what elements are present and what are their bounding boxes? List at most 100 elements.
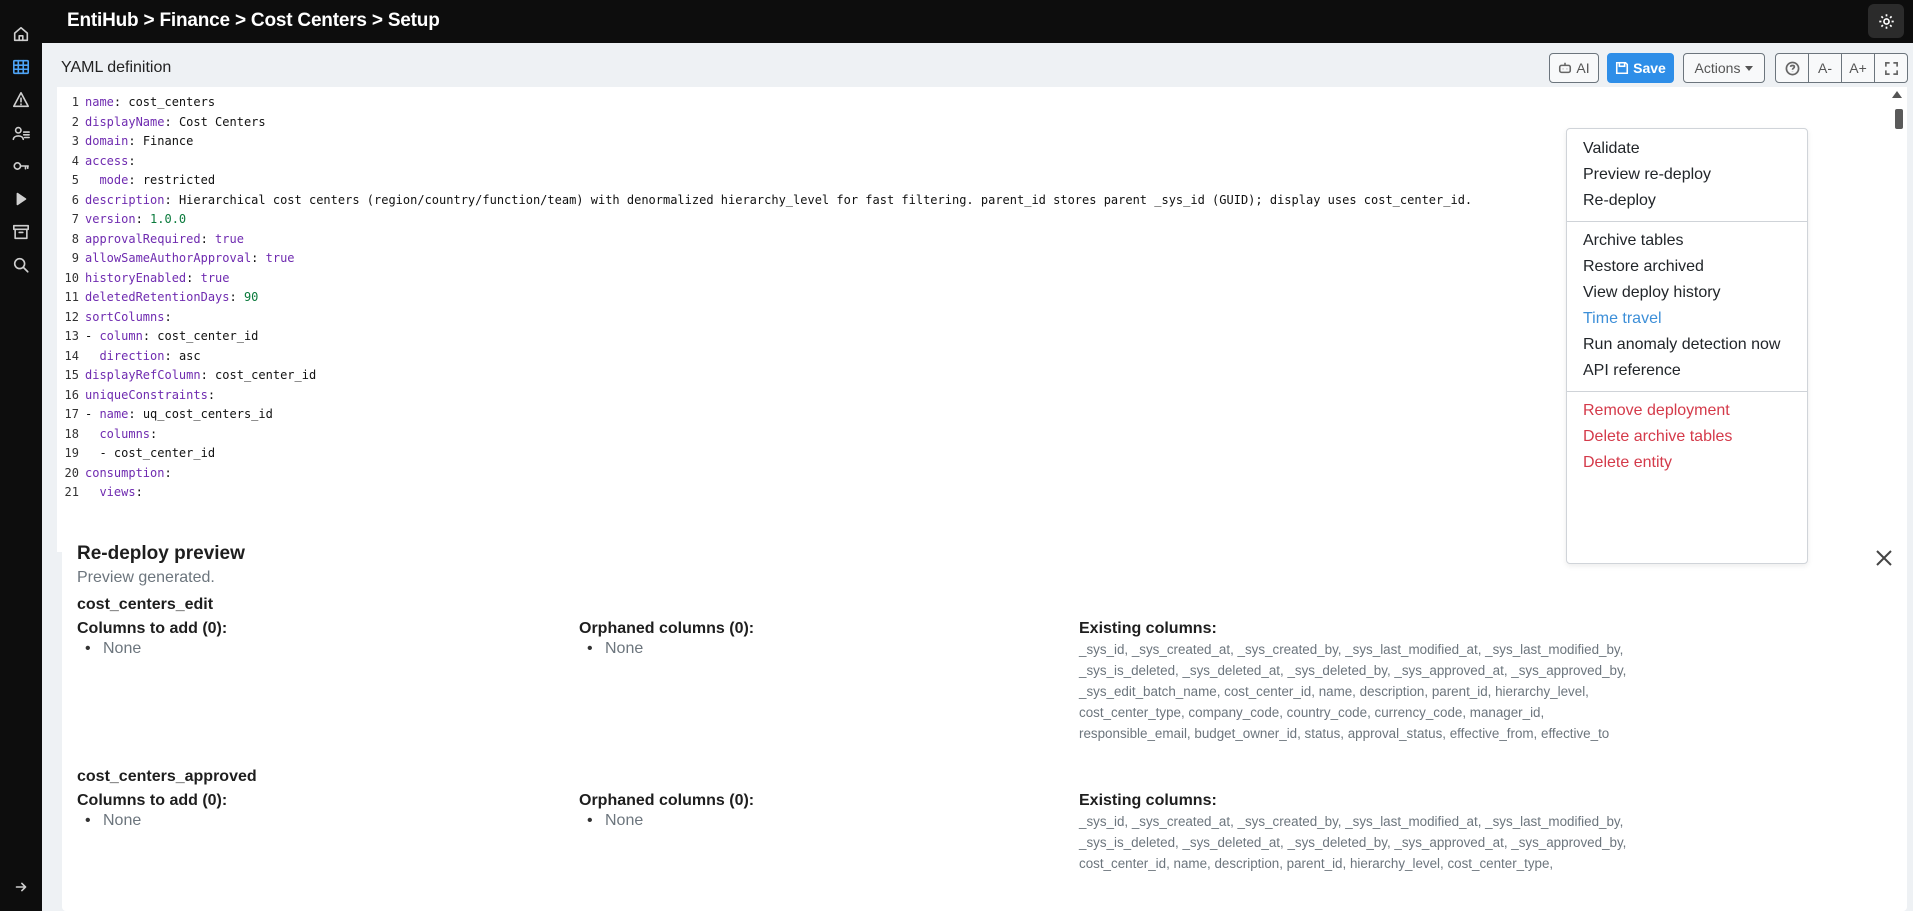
yaml-value: Finance bbox=[142, 134, 194, 148]
fullscreen-button[interactable] bbox=[1874, 53, 1908, 83]
close-button[interactable] bbox=[1875, 549, 1893, 567]
yaml-value: cost_center_id bbox=[157, 329, 259, 343]
menu-item-restore-archived[interactable]: Restore archived bbox=[1583, 258, 1704, 276]
yaml-key: historyEnabled bbox=[85, 270, 187, 285]
save-button[interactable]: Save bbox=[1607, 53, 1674, 83]
menu-item-archive-tables[interactable]: Archive tables bbox=[1583, 232, 1684, 250]
yaml-value: 90 bbox=[243, 290, 259, 304]
gear-icon bbox=[1878, 13, 1894, 29]
line-text: displayName: Cost Centers bbox=[85, 113, 266, 133]
actions-dropdown-button[interactable]: Actions bbox=[1683, 53, 1765, 83]
existing-columns-line: responsible_email, budget_owner_id, stat… bbox=[1079, 726, 1610, 741]
yaml-key: uniqueConstraints bbox=[85, 387, 208, 402]
actions-menu: Validate Preview re-deploy Re-deploy Arc… bbox=[1566, 128, 1808, 564]
scrollbar-thumb[interactable] bbox=[1895, 109, 1903, 129]
line-text: direction: asc bbox=[85, 347, 200, 367]
expand-arrow-icon[interactable] bbox=[11, 877, 31, 897]
existing-columns-line: cost_center_type, company_code, country_… bbox=[1079, 705, 1545, 720]
line-text: views: bbox=[85, 483, 150, 503]
font-smaller-button[interactable]: A- bbox=[1808, 53, 1842, 83]
line-text: version: 1.0.0 bbox=[85, 210, 186, 230]
line-number: 17 bbox=[64, 407, 79, 421]
breadcrumb: EntiHub > Finance > Cost Centers > Setup bbox=[67, 10, 440, 31]
menu-item-remove-deployment[interactable]: Remove deployment bbox=[1583, 402, 1730, 420]
yaml-key: version bbox=[85, 212, 136, 226]
code-line: 19 - cost_center_id bbox=[57, 444, 1472, 464]
code-line: 18 columns: bbox=[57, 425, 1472, 445]
key-icon[interactable] bbox=[11, 156, 31, 176]
main-content: YAML definition AI Save Actions A- A+ 1n… bbox=[42, 43, 1913, 911]
yaml-colon: : bbox=[164, 465, 179, 480]
line-number: 13 bbox=[64, 329, 79, 343]
menu-item-run-anomaly-detection[interactable]: Run anomaly detection now bbox=[1583, 336, 1780, 354]
menu-item-delete-archive-tables[interactable]: Delete archive tables bbox=[1583, 428, 1732, 446]
yaml-value: 1.0.0 bbox=[150, 212, 187, 226]
yaml-key: sortColumns bbox=[85, 309, 165, 324]
line-number: 2 bbox=[71, 114, 79, 129]
line-text: allowSameAuthorApproval: true bbox=[85, 249, 295, 269]
line-number: 4 bbox=[71, 153, 79, 168]
yaml-colon: : bbox=[229, 290, 244, 304]
yaml-colon: : bbox=[164, 309, 179, 324]
font-larger-button[interactable]: A+ bbox=[1841, 53, 1875, 83]
yaml-value: true bbox=[265, 251, 295, 265]
search-icon[interactable] bbox=[11, 255, 31, 275]
yaml-value: Hierarchical cost centers (region/countr… bbox=[178, 192, 1473, 207]
home-icon[interactable] bbox=[11, 24, 31, 44]
section-title: YAML definition bbox=[61, 59, 172, 76]
left-rail bbox=[0, 0, 42, 911]
menu-item-preview-redeploy[interactable]: Preview re-deploy bbox=[1583, 166, 1711, 184]
line-number: 9 bbox=[71, 251, 79, 265]
menu-item-api-reference[interactable]: API reference bbox=[1583, 362, 1681, 380]
yaml-indent bbox=[85, 173, 99, 187]
section-name: cost_centers_approved bbox=[77, 768, 257, 785]
ai-button[interactable]: AI bbox=[1549, 53, 1599, 83]
line-number: 3 bbox=[71, 134, 79, 148]
section-name: cost_centers_edit bbox=[77, 596, 214, 613]
menu-item-validate[interactable]: Validate bbox=[1583, 140, 1640, 158]
yaml-colon: : bbox=[164, 348, 179, 363]
line-text: historyEnabled: true bbox=[85, 269, 230, 289]
code-line: 15 displayRefColumn: cost_center_id bbox=[57, 366, 1472, 386]
orphaned-columns-header: Orphaned columns (0): bbox=[579, 620, 755, 637]
users-icon[interactable] bbox=[11, 123, 31, 143]
table-icon[interactable] bbox=[11, 57, 31, 77]
caret-down-icon bbox=[1745, 65, 1754, 71]
menu-item-view-deploy-history[interactable]: View deploy history bbox=[1583, 284, 1721, 302]
line-text: consumption: bbox=[85, 464, 179, 484]
line-text: uniqueConstraints: bbox=[85, 386, 222, 406]
line-number: 8 bbox=[71, 231, 79, 246]
actions-label: Actions bbox=[1694, 60, 1741, 76]
scroll-up-arrow-icon[interactable] bbox=[1892, 91, 1902, 98]
code-line: 4 access: bbox=[57, 152, 1472, 172]
yaml-key: name bbox=[85, 95, 114, 109]
yaml-value: true bbox=[215, 231, 244, 246]
warning-icon[interactable] bbox=[11, 90, 31, 110]
play-icon[interactable] bbox=[11, 189, 31, 209]
line-number: 18 bbox=[64, 426, 79, 441]
orphaned-columns-header: Orphaned columns (0): bbox=[579, 792, 755, 809]
yaml-indent: - bbox=[85, 329, 100, 343]
columns-to-add-value: None bbox=[85, 640, 141, 658]
code-line: 3 domain: Finance bbox=[57, 132, 1472, 152]
orphaned-columns-value: None bbox=[587, 812, 643, 830]
yaml-key: access bbox=[85, 153, 129, 168]
yaml-key: mode bbox=[99, 173, 129, 187]
line-text: deletedRetentionDays: 90 bbox=[85, 288, 258, 308]
editor-scrollbar[interactable] bbox=[1889, 87, 1907, 552]
menu-item-delete-entity[interactable]: Delete entity bbox=[1583, 454, 1672, 472]
yaml-colon: : bbox=[142, 329, 158, 343]
yaml-indent bbox=[85, 485, 99, 499]
yaml-value: - cost_center_id bbox=[85, 446, 216, 460]
yaml-key: domain bbox=[85, 134, 129, 148]
line-text: columns: bbox=[85, 425, 164, 445]
menu-item-redeploy[interactable]: Re-deploy bbox=[1583, 192, 1656, 210]
menu-item-time-travel[interactable]: Time travel bbox=[1583, 310, 1662, 328]
existing-columns-list: _sys_id, _sys_created_at, _sys_created_b… bbox=[1079, 811, 1899, 874]
archive-icon[interactable] bbox=[11, 222, 31, 242]
columns-to-add-value: None bbox=[85, 812, 141, 830]
line-number: 11 bbox=[64, 290, 79, 304]
settings-button[interactable] bbox=[1868, 4, 1904, 38]
yaml-key: deletedRetentionDays bbox=[85, 290, 230, 304]
help-button[interactable] bbox=[1775, 53, 1809, 83]
